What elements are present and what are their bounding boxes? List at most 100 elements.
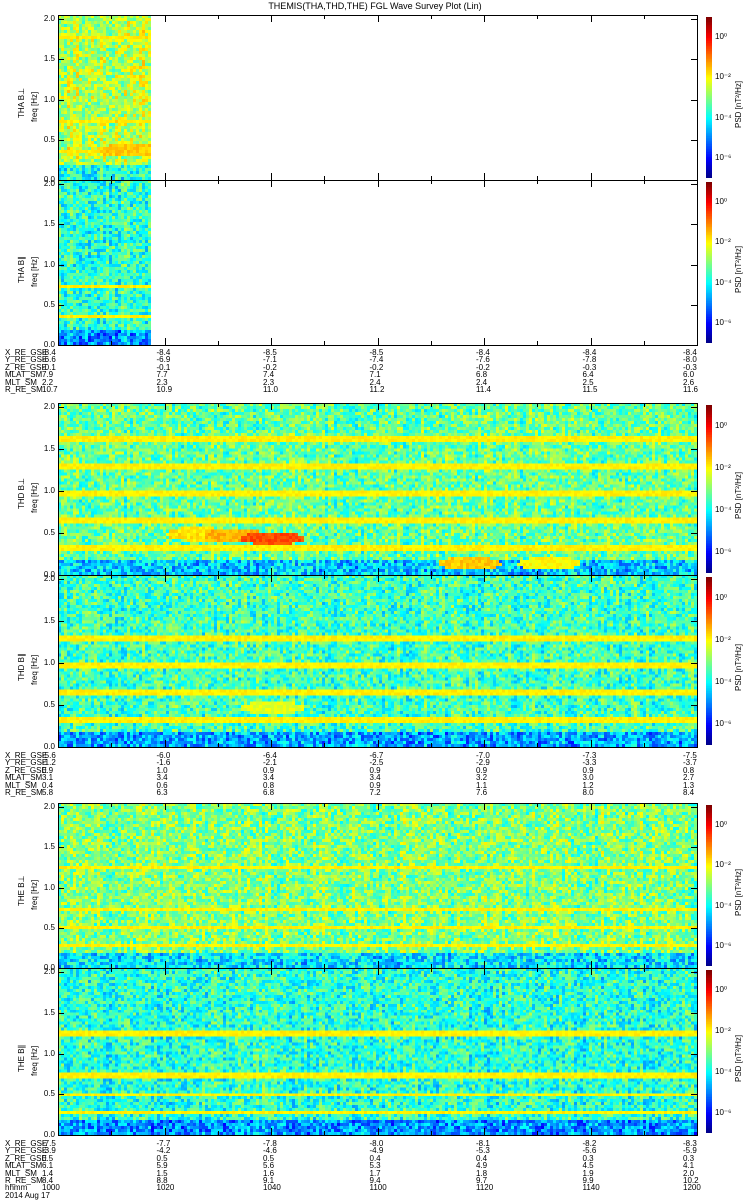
x-tick-mark bbox=[324, 1131, 326, 1135]
x-tick-mark bbox=[430, 743, 432, 747]
x-tick-mark bbox=[324, 968, 326, 972]
x-tick-mark bbox=[271, 968, 272, 975]
ephemeris-value: 11.6 bbox=[683, 385, 698, 394]
y-tick-mark bbox=[691, 139, 697, 141]
x-tick-mark bbox=[271, 180, 272, 187]
y-tick-mark bbox=[58, 264, 64, 266]
colorbar-tick-label: 10⁻⁴ bbox=[715, 505, 732, 514]
x-tick-mark bbox=[377, 403, 379, 410]
y-tick-mark bbox=[58, 1135, 64, 1136]
y-tick-mark bbox=[58, 1012, 64, 1014]
x-tick-mark bbox=[164, 575, 166, 582]
y-tick-mark bbox=[691, 705, 697, 707]
x-tick-mark bbox=[58, 568, 59, 575]
x-tick-mark bbox=[217, 803, 219, 807]
colorbar-tick-label: 10⁻⁴ bbox=[715, 112, 732, 122]
panel-ylabel: THA B∥ bbox=[17, 255, 26, 283]
x-tick-mark bbox=[590, 338, 592, 345]
x-tick-mark bbox=[58, 338, 59, 345]
x-tick-mark bbox=[271, 803, 272, 810]
colorbar-tick-label: 10⁻² bbox=[715, 860, 731, 870]
x-tick-mark bbox=[643, 803, 645, 807]
colorbar-tick-label: 10⁰ bbox=[715, 820, 728, 830]
ephemeris-value: 7.6 bbox=[476, 788, 488, 797]
y-tick-mark bbox=[691, 345, 697, 346]
y-tick-label: 0.5 bbox=[43, 299, 55, 309]
ephemeris-label: R_RE_SM bbox=[5, 385, 43, 394]
x-tick-mark bbox=[58, 803, 59, 810]
panel-ylabel: THE B⊥ bbox=[17, 874, 26, 906]
x-tick-mark bbox=[484, 15, 485, 22]
x-tick-mark bbox=[324, 180, 326, 184]
x-tick-mark bbox=[643, 743, 645, 747]
ephemeris-value: 8.0 bbox=[582, 788, 594, 797]
panel-frame bbox=[58, 403, 698, 576]
x-tick-mark bbox=[590, 15, 592, 22]
x-tick-mark bbox=[217, 575, 219, 579]
x-tick-mark bbox=[537, 968, 539, 972]
x-tick-mark bbox=[271, 740, 272, 747]
x-tick-mark bbox=[643, 968, 645, 972]
x-tick-mark bbox=[111, 968, 113, 972]
panel-frame bbox=[58, 575, 698, 748]
x-tick-mark bbox=[537, 743, 539, 747]
y-tick-mark bbox=[58, 1094, 64, 1096]
y-tick-label: 2.0 bbox=[43, 14, 55, 24]
x-tick-mark bbox=[58, 961, 59, 968]
x-tick-mark bbox=[58, 968, 59, 975]
y-tick-label: 1.5 bbox=[43, 444, 55, 454]
panel-ylabel: THD B⊥ bbox=[17, 478, 26, 509]
x-tick-mark bbox=[697, 403, 698, 410]
x-tick-mark bbox=[430, 803, 432, 807]
x-tick-mark bbox=[643, 403, 645, 407]
y-tick-mark bbox=[691, 1053, 697, 1055]
y-tick-mark bbox=[58, 304, 64, 306]
x-tick-mark bbox=[697, 968, 698, 975]
x-tick-mark bbox=[430, 180, 432, 184]
y-tick-mark bbox=[691, 264, 697, 266]
x-tick-mark bbox=[697, 338, 698, 345]
y-tick-mark bbox=[691, 533, 697, 535]
y-tick-mark bbox=[691, 847, 697, 849]
x-tick-mark bbox=[430, 575, 432, 579]
y-tick-mark bbox=[58, 927, 64, 929]
colorbar-tick-label: 10⁻⁶ bbox=[715, 940, 732, 950]
x-tick-mark bbox=[58, 180, 59, 187]
y-tick-mark bbox=[691, 621, 697, 623]
x-tick-mark bbox=[217, 743, 219, 747]
colorbar-tick-label: 10⁰ bbox=[715, 593, 728, 602]
x-tick-mark bbox=[217, 1131, 219, 1135]
x-tick-mark bbox=[643, 180, 645, 184]
x-tick-mark bbox=[58, 575, 59, 582]
x-tick-mark bbox=[58, 1128, 59, 1135]
y-tick-mark bbox=[691, 927, 697, 929]
ephemeris-value: 11.4 bbox=[476, 385, 491, 394]
y-tick-label: 2.0 bbox=[43, 802, 55, 812]
y-tick-mark bbox=[58, 491, 64, 493]
x-tick-mark bbox=[590, 180, 592, 187]
x-tick-mark bbox=[324, 803, 326, 807]
x-tick-mark bbox=[164, 803, 166, 810]
x-tick-mark bbox=[111, 15, 113, 19]
ephemeris-value: 10.7 bbox=[42, 385, 58, 394]
panel-frame bbox=[58, 180, 698, 346]
x-tick-mark bbox=[430, 341, 432, 345]
x-tick-mark bbox=[58, 403, 59, 410]
y-tick-label: 0.5 bbox=[43, 528, 55, 538]
y-tick-mark bbox=[58, 1053, 64, 1055]
x-tick-mark bbox=[484, 740, 485, 747]
y-tick-mark bbox=[691, 747, 697, 748]
x-tick-mark bbox=[590, 1128, 592, 1135]
ephemeris-value: 11.5 bbox=[582, 385, 598, 394]
x-tick-mark bbox=[430, 403, 432, 407]
x-tick-mark bbox=[643, 1131, 645, 1135]
x-tick-mark bbox=[590, 568, 592, 575]
ephemeris-value: 1140 bbox=[582, 1183, 600, 1193]
x-tick-mark bbox=[324, 575, 326, 579]
x-tick-mark bbox=[271, 15, 272, 22]
x-tick-mark bbox=[164, 961, 166, 968]
y-tick-mark bbox=[691, 663, 697, 665]
x-tick-mark bbox=[377, 575, 379, 582]
x-tick-mark bbox=[58, 740, 59, 747]
y-tick-label: 0.0 bbox=[43, 1130, 55, 1139]
